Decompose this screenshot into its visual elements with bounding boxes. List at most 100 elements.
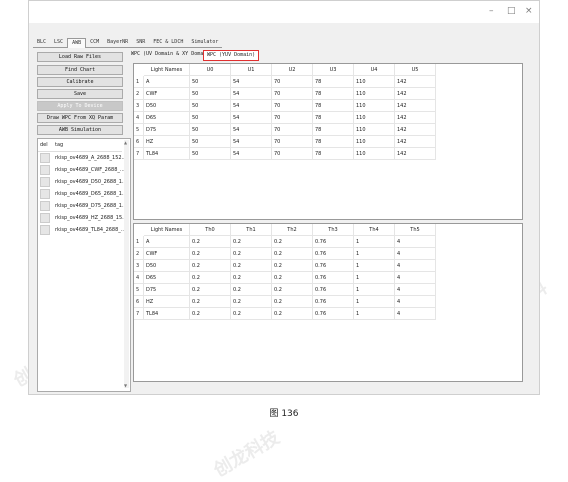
light-name-cell[interactable]: HZ [144,296,190,308]
row-number[interactable]: 5 [134,124,144,136]
table-cell[interactable]: 78 [313,136,354,148]
table-cell[interactable]: 78 [313,100,354,112]
table-cell[interactable]: 54 [231,100,272,112]
table-cell[interactable]: 0.76 [313,284,354,296]
row-number[interactable]: 3 [134,260,144,272]
row-number[interactable]: 7 [134,148,144,160]
table-cell[interactable]: 0.2 [272,260,313,272]
table-cell[interactable]: 78 [313,88,354,100]
scroll-down-icon[interactable]: ▼ [124,383,127,388]
table-cell[interactable]: 142 [395,136,436,148]
delete-checkbox[interactable] [40,225,50,235]
table-cell[interactable]: 54 [231,148,272,160]
table-cell[interactable]: 110 [354,76,395,88]
table-cell[interactable]: 78 [313,148,354,160]
column-header[interactable]: Light Names [144,64,190,76]
load-raw-files-button[interactable]: Load Raw Files [37,52,123,62]
light-name-cell[interactable]: A [144,76,190,88]
tab-blc[interactable]: BLC [33,38,51,48]
table-cell[interactable]: 50 [190,112,231,124]
table-cell[interactable]: 0.2 [272,308,313,320]
light-name-cell[interactable]: TL84 [144,308,190,320]
row-number[interactable]: 1 [134,76,144,88]
table-cell[interactable]: 0.2 [231,296,272,308]
table-cell[interactable]: 0.2 [272,248,313,260]
delete-checkbox[interactable] [40,153,50,163]
table-cell[interactable]: 70 [272,148,313,160]
tag-list-item[interactable]: rkisp_ov4689_D50_2688_1... [38,176,127,188]
save-button[interactable]: Save [37,89,123,99]
table-cell[interactable]: 70 [272,100,313,112]
table-cell[interactable]: 4 [395,272,436,284]
row-number[interactable]: 6 [134,136,144,148]
delete-checkbox[interactable] [40,201,50,211]
table-cell[interactable]: 0.2 [190,284,231,296]
tab-fec-ldch[interactable]: FEC & LDCH [149,38,188,48]
table-cell[interactable]: 0.2 [190,260,231,272]
table-cell[interactable]: 78 [313,112,354,124]
row-number[interactable]: 4 [134,272,144,284]
delete-checkbox[interactable] [40,213,50,223]
table-cell[interactable]: 110 [354,88,395,100]
light-name-cell[interactable]: D65 [144,272,190,284]
table-cell[interactable]: 4 [395,308,436,320]
light-name-cell[interactable]: D50 [144,100,190,112]
tab-awb[interactable]: AWB [67,38,87,48]
table-cell[interactable]: 110 [354,148,395,160]
tag-list-scrollbar[interactable]: ▲ ▼ [124,140,129,388]
tab-ccm[interactable]: CCM [86,38,104,48]
table-cell[interactable]: 70 [272,76,313,88]
delete-checkbox[interactable] [40,177,50,187]
table-cell[interactable]: 70 [272,124,313,136]
minimize-button[interactable]: – [489,6,494,16]
table-cell[interactable]: 1 [354,272,395,284]
light-name-cell[interactable]: HZ [144,136,190,148]
column-header[interactable]: Th5 [395,224,436,236]
row-number[interactable]: 1 [134,236,144,248]
light-name-cell[interactable]: D50 [144,260,190,272]
table-cell[interactable]: 0.2 [231,236,272,248]
row-number[interactable]: 6 [134,296,144,308]
apply-to-device-button[interactable]: Apply To Device [37,101,123,111]
table-cell[interactable]: 4 [395,260,436,272]
close-button[interactable]: × [525,6,533,16]
table-cell[interactable]: 4 [395,284,436,296]
delete-checkbox[interactable] [40,165,50,175]
table-cell[interactable]: 0.76 [313,272,354,284]
draw-wpc-button[interactable]: Draw WPC From XQ Param [37,113,123,123]
table-cell[interactable]: 0.2 [231,272,272,284]
table-cell[interactable]: 0.2 [190,296,231,308]
table-cell[interactable]: 50 [190,88,231,100]
light-name-cell[interactable]: CWF [144,248,190,260]
table-cell[interactable]: 50 [190,136,231,148]
table-cell[interactable]: 0.76 [313,296,354,308]
table-cell[interactable]: 78 [313,76,354,88]
maximize-button[interactable]: □ [507,6,516,16]
table-cell[interactable]: 4 [395,248,436,260]
tab-wpc-yuv[interactable]: WPC (YUV Domain) [203,50,260,61]
calibrate-button[interactable]: Calibrate [37,77,123,87]
table-cell[interactable]: 78 [313,124,354,136]
column-header[interactable]: Th1 [231,224,272,236]
table-cell[interactable]: 0.2 [190,248,231,260]
table-cell[interactable]: 50 [190,148,231,160]
table-cell[interactable]: 142 [395,76,436,88]
tab-snr[interactable]: SNR [132,38,150,48]
tag-list-item[interactable]: rkisp_ov4689_A_2688_152... [38,152,126,164]
table-cell[interactable]: 54 [231,124,272,136]
table-cell[interactable]: 0.2 [272,236,313,248]
row-number[interactable]: 3 [134,100,144,112]
table-cell[interactable]: 54 [231,76,272,88]
column-header[interactable]: Th4 [354,224,395,236]
table-cell[interactable]: 110 [354,112,395,124]
find-chart-button[interactable]: Find Chart [37,65,123,75]
table-cell[interactable]: 0.2 [272,296,313,308]
light-name-cell[interactable]: A [144,236,190,248]
table-cell[interactable]: 0.2 [272,272,313,284]
column-header[interactable]: U4 [354,64,395,76]
tab-lsc[interactable]: LSC [50,38,68,48]
column-header[interactable]: U5 [395,64,436,76]
table-cell[interactable]: 54 [231,88,272,100]
tag-list-item[interactable]: rkisp_ov4689_D65_2688_1... [38,188,127,200]
tag-list-item[interactable]: rkisp_ov4689_HZ_2688_15... [38,212,127,224]
